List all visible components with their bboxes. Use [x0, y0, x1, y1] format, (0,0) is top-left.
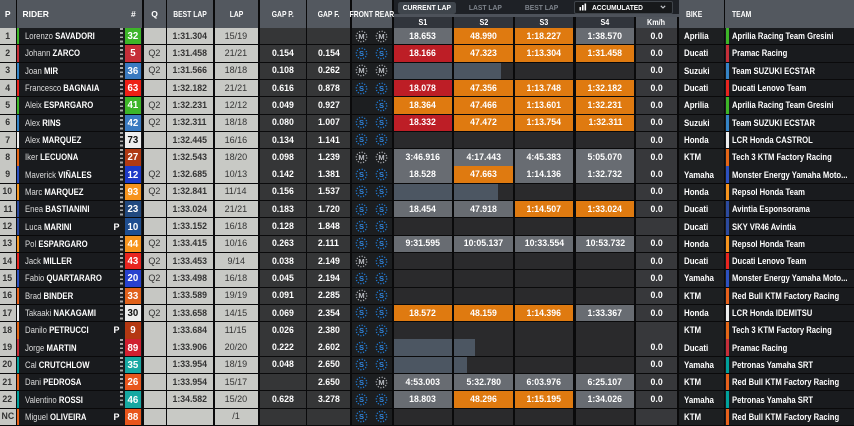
- svg-text:S: S: [358, 378, 363, 387]
- svg-text:M: M: [358, 66, 364, 75]
- svg-text:S: S: [379, 188, 384, 197]
- svg-text:S: S: [358, 170, 363, 179]
- svg-text:S: S: [379, 412, 384, 421]
- svg-text:S: S: [379, 291, 384, 300]
- svg-text:S: S: [358, 361, 363, 370]
- svg-text:S: S: [379, 84, 384, 93]
- svg-text:M: M: [378, 66, 384, 75]
- svg-text:M: M: [358, 291, 364, 300]
- svg-text:S: S: [379, 205, 384, 214]
- svg-text:S: S: [358, 412, 363, 421]
- svg-text:S: S: [379, 222, 384, 231]
- svg-text:S: S: [379, 170, 384, 179]
- svg-text:S: S: [379, 101, 384, 110]
- svg-text:M: M: [358, 153, 364, 162]
- svg-text:S: S: [379, 343, 384, 352]
- svg-text:S: S: [358, 205, 363, 214]
- svg-text:S: S: [358, 84, 363, 93]
- svg-text:S: S: [379, 239, 384, 248]
- svg-text:S: S: [379, 49, 384, 58]
- svg-text:S: S: [358, 274, 363, 283]
- svg-text:S: S: [358, 395, 363, 404]
- svg-text:S: S: [358, 222, 363, 231]
- svg-text:S: S: [379, 326, 384, 335]
- svg-text:M: M: [378, 378, 384, 387]
- svg-text:M: M: [358, 32, 364, 41]
- svg-text:S: S: [358, 343, 363, 352]
- svg-text:S: S: [358, 309, 363, 318]
- svg-text:M: M: [378, 153, 384, 162]
- svg-text:S: S: [379, 257, 384, 266]
- svg-text:S: S: [379, 361, 384, 370]
- svg-text:S: S: [379, 309, 384, 318]
- svg-text:M: M: [378, 32, 384, 41]
- svg-text:S: S: [358, 49, 363, 58]
- svg-text:S: S: [358, 239, 363, 248]
- svg-text:S: S: [358, 118, 363, 127]
- svg-text:S: S: [379, 274, 384, 283]
- svg-text:S: S: [379, 118, 384, 127]
- svg-text:S: S: [358, 326, 363, 335]
- svg-text:S: S: [358, 136, 363, 145]
- svg-text:S: S: [379, 395, 384, 404]
- svg-text:M: M: [358, 257, 364, 266]
- svg-text:S: S: [358, 188, 363, 197]
- svg-text:S: S: [379, 136, 384, 145]
